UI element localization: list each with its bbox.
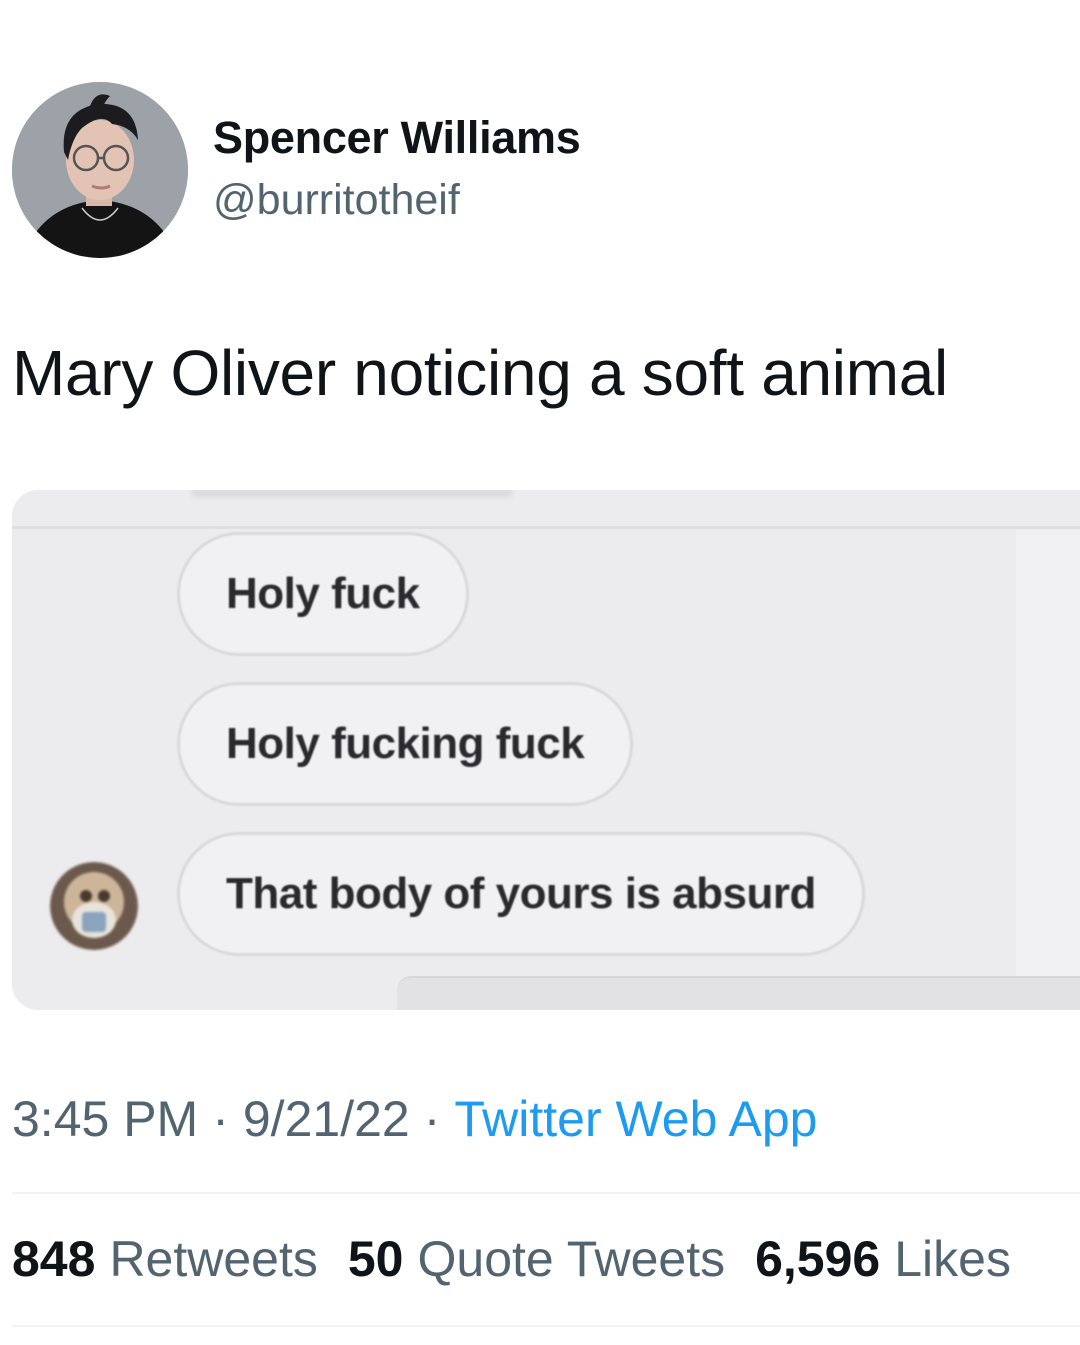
retweets-label: Retweets [109, 1231, 318, 1287]
message-bubble: Holy fucking fuck [177, 682, 634, 806]
meta-separator: · [423, 1091, 441, 1147]
quote-tweets-count: 50 [347, 1231, 404, 1287]
media-divider [12, 526, 1080, 529]
media-bottom-bar [397, 976, 1080, 1010]
tweet-text: Mary Oliver noticing a soft animal [12, 337, 948, 409]
divider [12, 1325, 1080, 1327]
quote-tweets-label: Quote Tweets [417, 1231, 726, 1287]
tweet-date[interactable]: 9/21/22 [243, 1091, 410, 1147]
tweet-media-image[interactable]: Holy fuck Holy fucking fuck That body of… [12, 490, 1080, 1010]
message-text: Holy fuck [226, 569, 420, 618]
tweet-stats: 848 Retweets 50 Quote Tweets 6,596 Likes [12, 1230, 1011, 1288]
quote-tweets-stat[interactable]: 50 Quote Tweets [348, 1230, 725, 1288]
retweets-count: 848 [12, 1231, 96, 1287]
sender-avatar [50, 862, 138, 950]
author-display-name[interactable]: Spencer Williams [213, 112, 581, 164]
tweet-page: Spencer Williams @burritotheif Mary Oliv… [0, 0, 1080, 1345]
sender-photo [50, 862, 138, 950]
cropped-header [192, 490, 512, 500]
message-text: Holy fucking fuck [226, 719, 585, 768]
media-side-strip [1016, 530, 1080, 1000]
tweet-source-link[interactable]: Twitter Web App [454, 1091, 817, 1147]
message-bubble: That body of yours is absurd [177, 832, 865, 956]
retweets-stat[interactable]: 848 Retweets [12, 1230, 318, 1288]
tweet-time[interactable]: 3:45 PM [12, 1091, 198, 1147]
likes-stat[interactable]: 6,596 Likes [755, 1230, 1011, 1288]
likes-count: 6,596 [755, 1231, 881, 1287]
divider [12, 1192, 1080, 1194]
message-bubble: Holy fuck [177, 532, 469, 656]
likes-label: Likes [894, 1231, 1011, 1287]
tweet-meta: 3:45 PM · 9/21/22 · Twitter Web App [12, 1090, 818, 1148]
author-photo [12, 82, 188, 258]
message-text: That body of yours is absurd [226, 869, 816, 918]
meta-separator: · [212, 1091, 229, 1147]
author-handle[interactable]: @burritotheif [213, 176, 460, 225]
author-avatar[interactable] [12, 82, 188, 258]
